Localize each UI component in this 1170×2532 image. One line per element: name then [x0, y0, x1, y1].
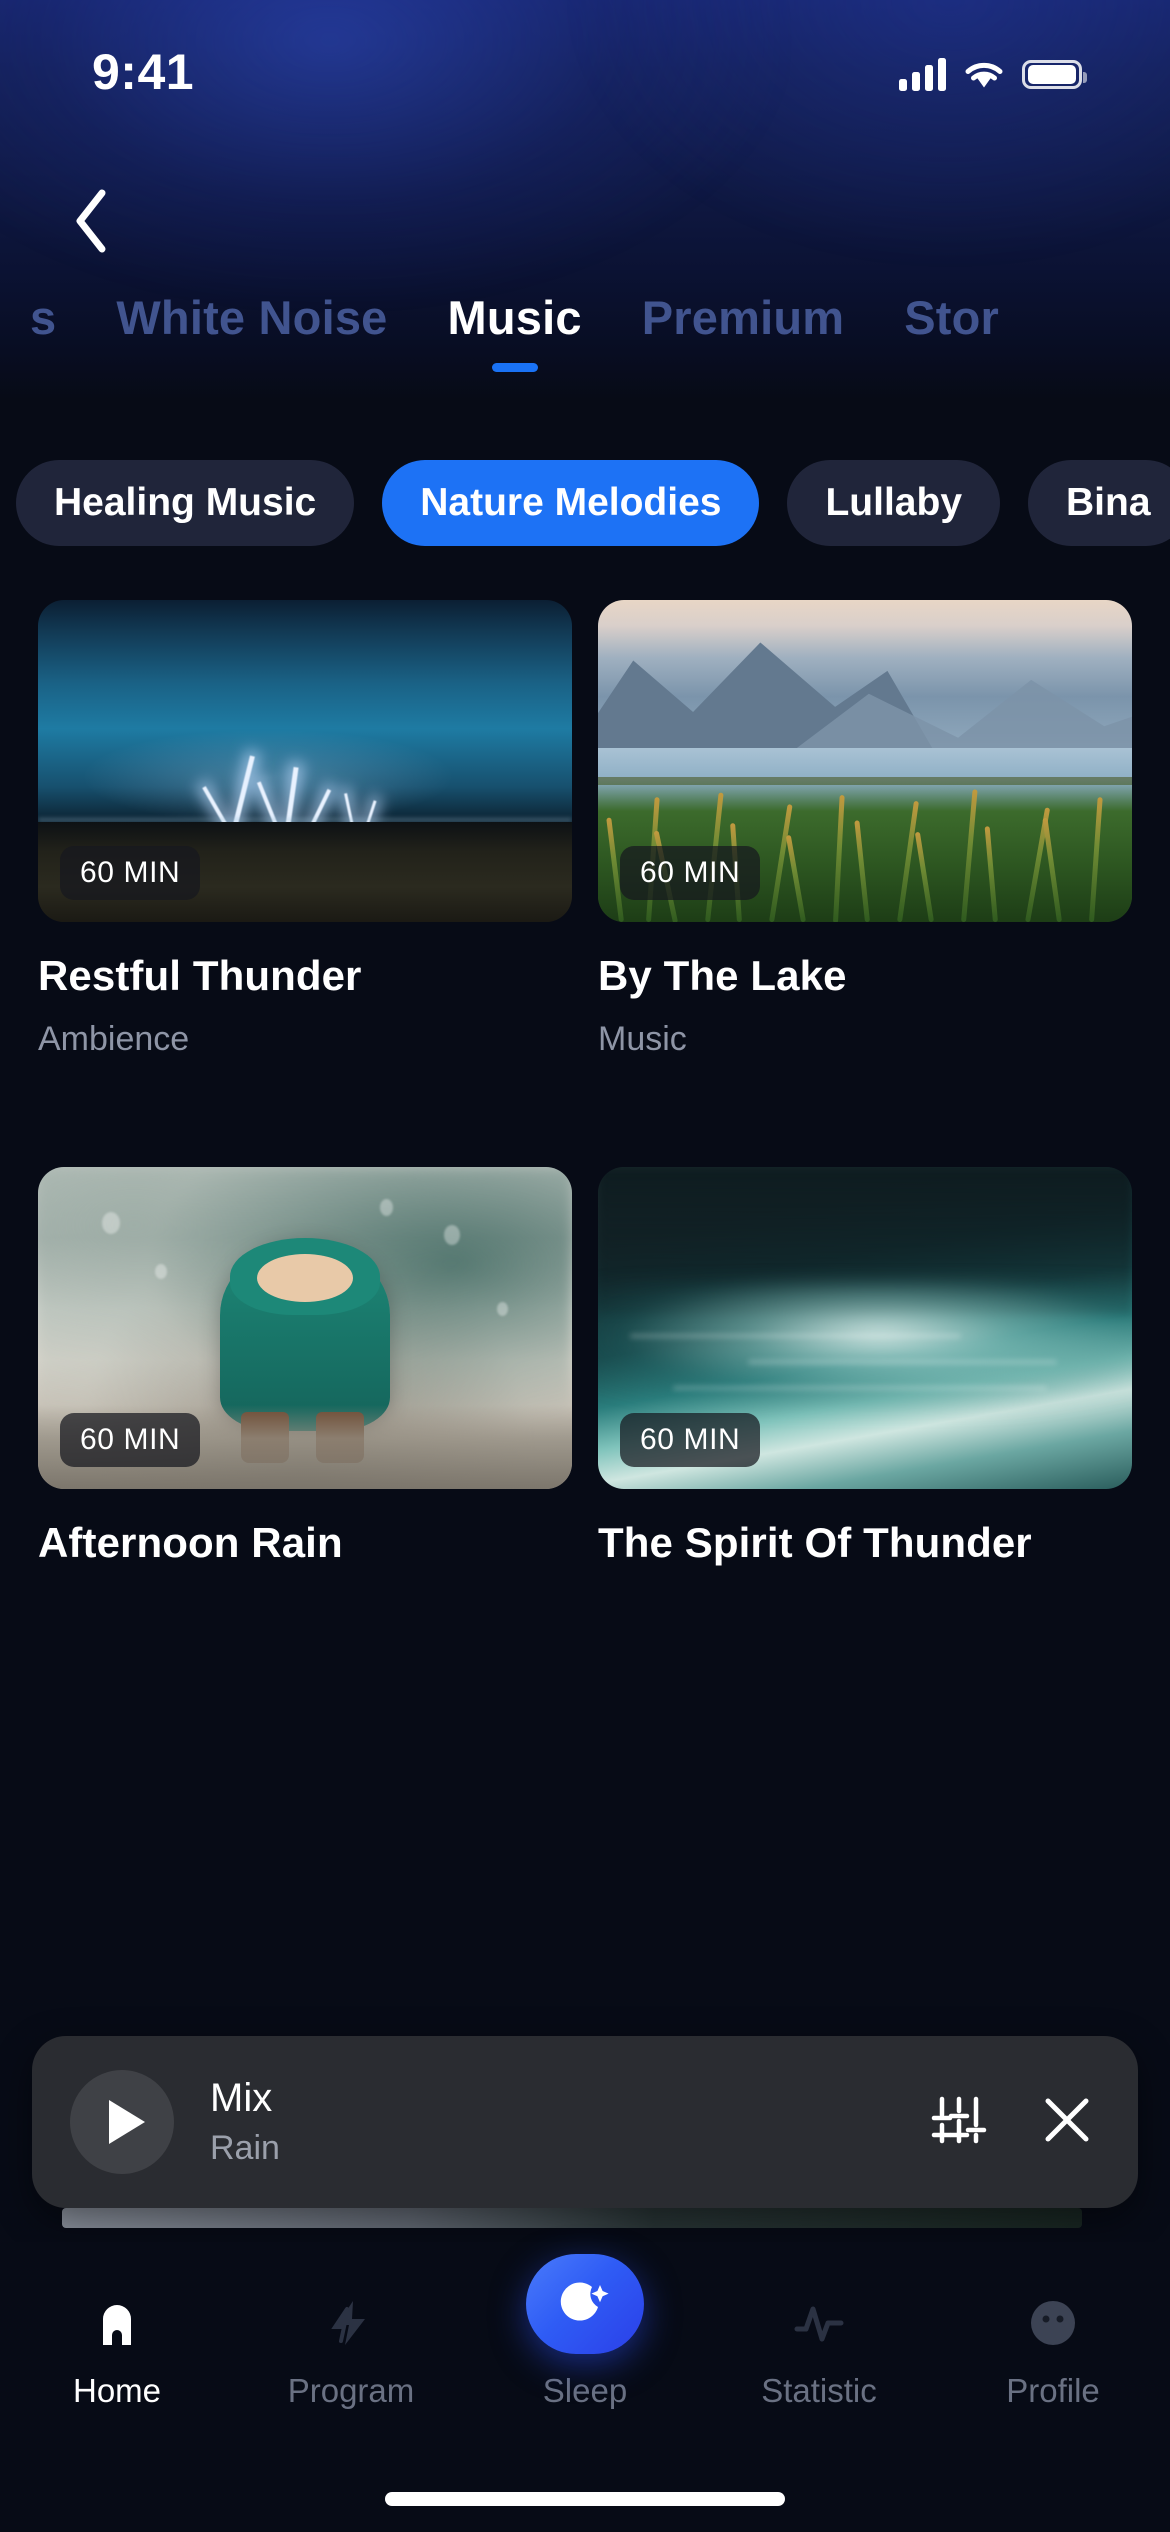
- play-icon: [108, 2100, 145, 2144]
- bottom-navigation-bar[interactable]: Home Program Sleep Statistic Profile: [0, 2242, 1170, 2532]
- mini-player[interactable]: Mix Rain: [32, 2036, 1138, 2208]
- program-icon: [323, 2294, 379, 2352]
- tab-stories[interactable]: Stor: [874, 292, 1029, 344]
- card-title: By The Lake: [598, 952, 847, 999]
- pulse-icon: [791, 2294, 847, 2352]
- battery-icon: [1022, 59, 1087, 89]
- card-title: Afternoon Rain: [38, 1519, 343, 1566]
- music-card-grid: 60 MIN Restful Thunder Ambience 60 MIN B…: [0, 600, 1170, 1567]
- card-subtitle: Music: [598, 1020, 687, 1058]
- chip-label: Nature Melodies: [420, 481, 722, 524]
- tab-label: Music: [447, 291, 582, 344]
- back-chevron-icon: [76, 189, 106, 253]
- tab-label: Stor: [904, 291, 1000, 344]
- sleep-fab-button[interactable]: [526, 2254, 644, 2354]
- chip-label: Bina: [1066, 481, 1151, 524]
- mini-player-meta: Mix Rain: [210, 2076, 930, 2168]
- tab-white-noise[interactable]: White Noise: [86, 292, 417, 344]
- nav-item-profile[interactable]: Profile: [958, 2294, 1148, 2410]
- card-thumbnail[interactable]: 60 MIN: [38, 600, 572, 922]
- signal-bars-icon: [898, 57, 946, 91]
- back-button[interactable]: [48, 178, 134, 264]
- equalizer-sliders-icon: [931, 2096, 987, 2143]
- nav-item-program[interactable]: Program: [256, 2294, 446, 2410]
- nav-label: Sleep: [542, 2372, 628, 2409]
- grid-row-spacer: [38, 1059, 1132, 1167]
- music-card-by-the-lake[interactable]: 60 MIN By The Lake Music: [598, 600, 1132, 1059]
- chip-healing-music[interactable]: Healing Music: [16, 460, 355, 546]
- card-thumbnail[interactable]: 60 MIN: [38, 1167, 572, 1489]
- music-card-restful-thunder[interactable]: 60 MIN Restful Thunder Ambience: [38, 600, 572, 1059]
- status-icons: [898, 57, 1087, 91]
- nav-item-statistic[interactable]: Statistic: [724, 2294, 914, 2410]
- content-scroll-edge: [62, 2208, 1082, 2228]
- home-icon: [89, 2294, 145, 2352]
- tab-active-underline: [491, 362, 538, 372]
- close-x-icon: [1045, 2098, 1089, 2141]
- equalizer-button[interactable]: [930, 2091, 988, 2154]
- wifi-icon: [963, 58, 1005, 90]
- nav-label: Profile: [1006, 2372, 1100, 2409]
- profile-icon: [1025, 2294, 1081, 2352]
- mini-player-title: Mix: [210, 2076, 273, 2120]
- duration-badge: 60 MIN: [620, 1413, 761, 1467]
- tab-music[interactable]: Music: [418, 291, 612, 372]
- chip-label: Healing Music: [54, 481, 317, 524]
- status-bar: 9:41: [0, 0, 1170, 130]
- duration-badge: 60 MIN: [60, 1413, 201, 1467]
- duration-badge: 60 MIN: [620, 846, 761, 900]
- tab-label: Premium: [641, 291, 845, 344]
- chip-nature-melodies[interactable]: Nature Melodies: [382, 460, 760, 546]
- nav-label: Program: [287, 2372, 415, 2409]
- tab-label: White Noise: [116, 291, 388, 344]
- nav-label: Statistic: [761, 2372, 877, 2409]
- mini-player-actions: [930, 2091, 1096, 2154]
- nav-item-home[interactable]: Home: [22, 2294, 212, 2410]
- duration-badge: 60 MIN: [60, 846, 201, 900]
- card-subtitle: Ambience: [38, 1020, 190, 1058]
- tab-label: s: [30, 291, 57, 344]
- card-title: Restful Thunder: [38, 952, 362, 999]
- music-card-afternoon-rain[interactable]: 60 MIN Afternoon Rain: [38, 1167, 572, 1567]
- status-time: 9:41: [92, 44, 195, 100]
- moon-star-icon: [560, 2282, 609, 2321]
- mini-player-subtitle: Rain: [210, 2129, 280, 2167]
- chip-binaural[interactable]: Bina: [1028, 460, 1170, 546]
- card-title: The Spirit Of Thunder: [598, 1519, 1032, 1566]
- play-button[interactable]: [70, 2070, 174, 2174]
- music-card-the-spirit-of-thunder[interactable]: 60 MIN The Spirit Of Thunder: [598, 1167, 1132, 1567]
- card-thumbnail[interactable]: 60 MIN: [598, 600, 1132, 922]
- tab-noises[interactable]: s: [0, 292, 86, 344]
- chip-lullaby[interactable]: Lullaby: [787, 460, 1001, 546]
- nav-label: Home: [72, 2372, 162, 2409]
- card-thumbnail[interactable]: 60 MIN: [598, 1167, 1132, 1489]
- app-screen: 9:41 s White Noise Music Premium Stor He…: [0, 0, 1170, 2532]
- filter-chip-row[interactable]: Healing Music Nature Melodies Lullaby Bi…: [0, 448, 1170, 558]
- close-player-button[interactable]: [1038, 2091, 1096, 2154]
- tab-premium[interactable]: Premium: [612, 292, 875, 344]
- chip-label: Lullaby: [825, 481, 963, 524]
- home-indicator: [385, 2492, 785, 2506]
- category-tab-bar[interactable]: s White Noise Music Premium Stor: [0, 292, 1170, 402]
